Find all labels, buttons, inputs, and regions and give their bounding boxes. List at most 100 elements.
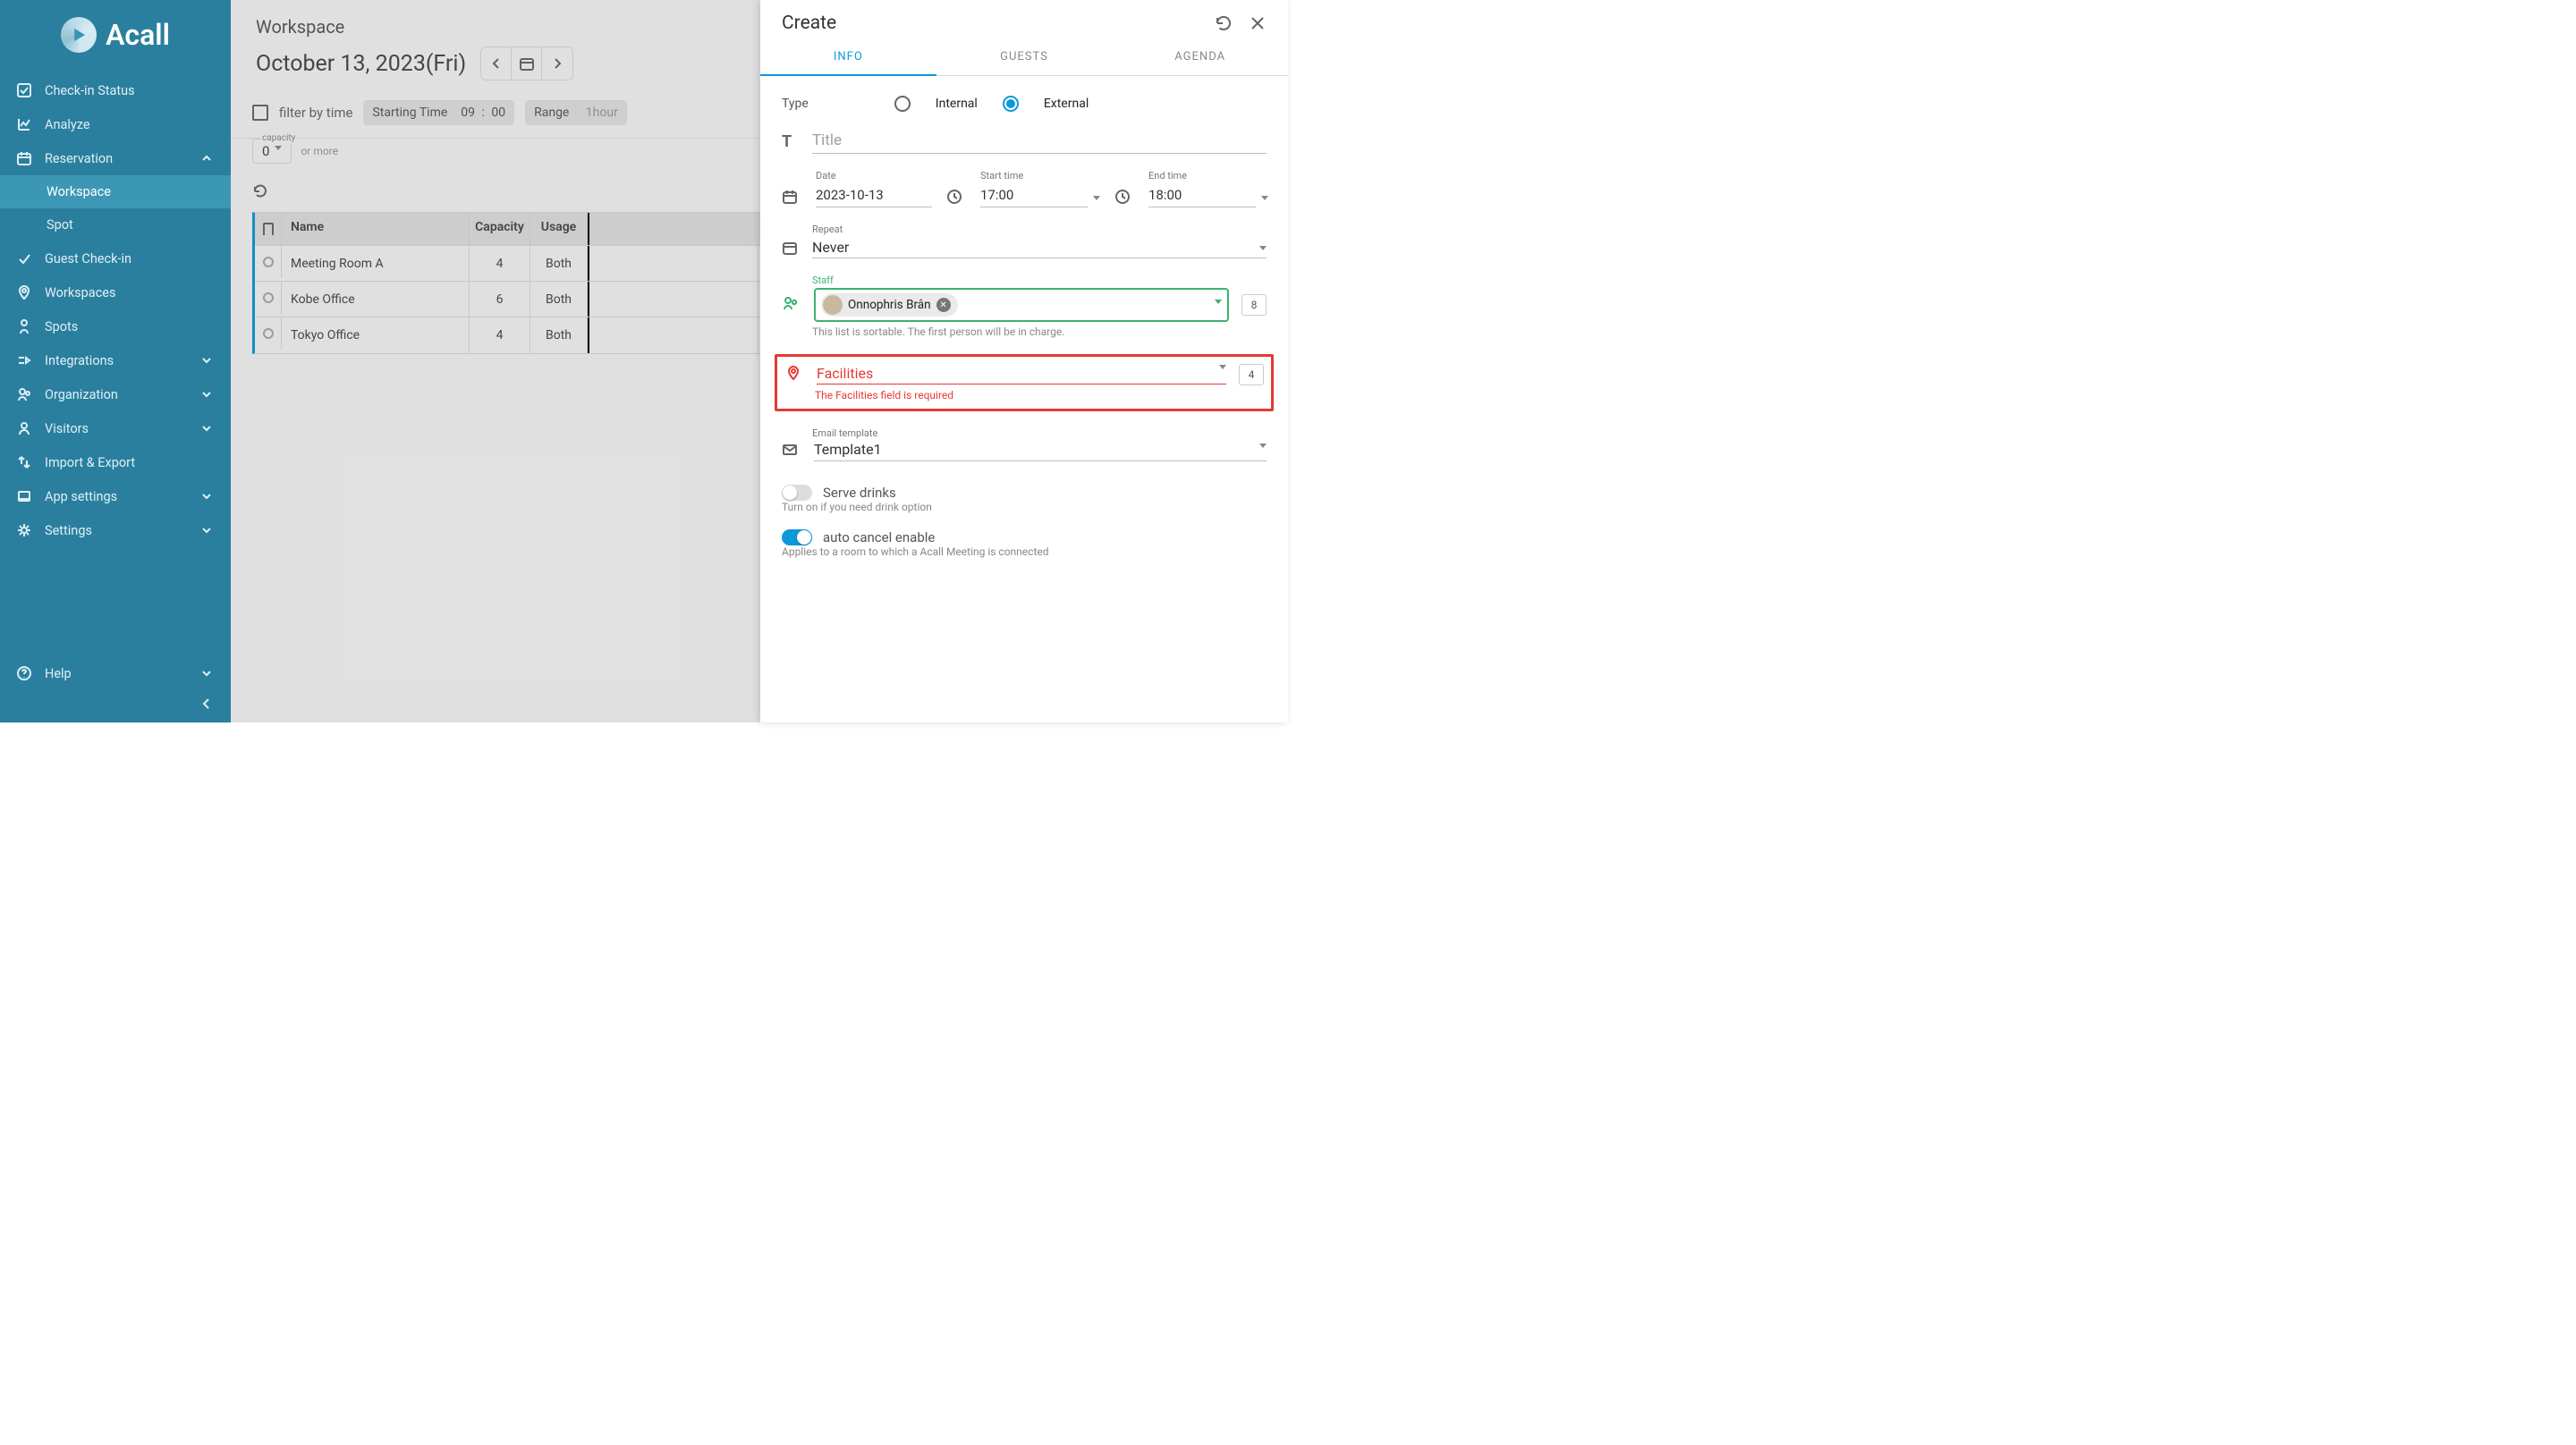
radio-internal[interactable]: [894, 96, 911, 112]
type-row: Type Internal External: [782, 96, 1267, 112]
people-icon: [782, 295, 801, 316]
chevron-down-icon: [199, 386, 215, 402]
avatar-icon: [823, 295, 843, 315]
email-template-field: Email template Template1: [782, 427, 1267, 461]
staff-count[interactable]: 8: [1241, 294, 1267, 316]
facilities-section: Facilities 4 The Facilities field is req…: [775, 354, 1274, 411]
dropdown-icon[interactable]: [1219, 365, 1226, 369]
email-template-value[interactable]: Template1: [814, 441, 1259, 458]
transfer-icon: [16, 454, 32, 470]
panel-title: Create: [782, 13, 836, 34]
nav-workspace[interactable]: Workspace: [0, 175, 231, 208]
staff-chip[interactable]: Onnophris Brân ✕: [821, 293, 958, 317]
nav-organization[interactable]: Organization: [0, 377, 231, 411]
nav-checkin[interactable]: Check-in Status: [0, 73, 231, 107]
sidebar: Acall Check-in Status Analyze Reservatio…: [0, 0, 231, 722]
calendar-icon: [16, 150, 32, 166]
start-label: Start time: [980, 170, 1100, 182]
logo: Acall: [0, 0, 231, 70]
nav-label: Help: [45, 666, 72, 681]
chevron-down-icon: [199, 665, 215, 681]
start-time-input[interactable]: [980, 183, 1088, 207]
serve-drinks-hint: Turn on if you need drink option: [782, 501, 1267, 513]
nav-settings[interactable]: Settings: [0, 513, 231, 547]
chip-label: Onnophris Brân: [848, 298, 931, 312]
panel-header: Create: [760, 0, 1288, 39]
repeat-field: Repeat Never: [782, 224, 1267, 258]
collapse-sidebar-icon[interactable]: [199, 696, 215, 712]
end-time-input[interactable]: [1148, 183, 1256, 207]
nav-visitors[interactable]: Visitors: [0, 411, 231, 445]
staff-input[interactable]: Onnophris Brân ✕: [814, 288, 1229, 322]
datetime-row: Date Start time End time: [782, 170, 1267, 207]
facilities-count[interactable]: 4: [1239, 364, 1264, 385]
serve-drinks-row: Serve drinks Turn on if you need drink o…: [782, 485, 1267, 513]
auto-cancel-toggle[interactable]: [782, 529, 812, 545]
repeat-label: Repeat: [812, 224, 1259, 235]
nav-label: Spots: [45, 319, 78, 334]
check-icon: [16, 250, 32, 266]
repeat-icon: [782, 240, 801, 258]
create-panel: Create INFO GUESTS AGENDA Type Internal …: [760, 0, 1288, 722]
reload-icon[interactable]: [1215, 14, 1233, 32]
facilities-input[interactable]: Facilities: [817, 365, 1226, 384]
nav-label: Settings: [45, 523, 92, 538]
date-input[interactable]: [816, 183, 932, 207]
chevron-down-icon: [199, 522, 215, 538]
nav-spot[interactable]: Spot: [0, 208, 231, 241]
nav-guest-checkin[interactable]: Guest Check-in: [0, 241, 231, 275]
repeat-value[interactable]: Never: [812, 237, 1259, 258]
type-internal-label: Internal: [936, 97, 978, 111]
help-icon: [16, 665, 32, 681]
serve-drinks-toggle[interactable]: [782, 485, 812, 501]
nav-analyze[interactable]: Analyze: [0, 107, 231, 141]
email-label: Email template: [812, 427, 1267, 439]
tab-info[interactable]: INFO: [760, 39, 936, 76]
nav: Check-in Status Analyze Reservation Work…: [0, 70, 231, 656]
target-icon: [16, 318, 32, 334]
auto-cancel-hint: Applies to a room to which a Acall Meeti…: [782, 545, 1267, 558]
nav-help[interactable]: Help: [0, 656, 231, 690]
location-icon: [784, 365, 804, 385]
nav-spots[interactable]: Spots: [0, 309, 231, 343]
dropdown-icon[interactable]: [1259, 444, 1267, 448]
dropdown-icon[interactable]: [1215, 300, 1222, 304]
tab-guests[interactable]: GUESTS: [936, 39, 1113, 75]
nav-import-export[interactable]: Import & Export: [0, 445, 231, 479]
checkbox-icon: [16, 82, 32, 98]
nav-label: Guest Check-in: [45, 251, 131, 266]
panel-tabs: INFO GUESTS AGENDA: [760, 39, 1288, 76]
staff-label: Staff: [812, 275, 1267, 286]
facilities-placeholder: Facilities: [817, 365, 873, 382]
nav-reservation[interactable]: Reservation: [0, 141, 231, 175]
auto-cancel-row: auto cancel enable Applies to a room to …: [782, 529, 1267, 558]
remove-chip-icon[interactable]: ✕: [936, 298, 951, 312]
nav-integrations[interactable]: Integrations: [0, 343, 231, 377]
auto-cancel-label: auto cancel enable: [823, 529, 935, 545]
dropdown-icon[interactable]: [1261, 196, 1268, 200]
dropdown-icon[interactable]: [1093, 196, 1100, 200]
device-icon: [16, 488, 32, 504]
close-icon[interactable]: [1249, 14, 1267, 32]
nav-app-settings[interactable]: App settings: [0, 479, 231, 513]
nav-label: Analyze: [45, 117, 90, 132]
title-field: T: [782, 128, 1267, 154]
clock-icon: [946, 189, 966, 207]
nav-label: Integrations: [45, 353, 114, 368]
radio-external[interactable]: [1003, 96, 1019, 112]
chart-icon: [16, 116, 32, 132]
pin-icon: [16, 284, 32, 300]
date-label: Date: [816, 170, 932, 182]
gear-icon: [16, 522, 32, 538]
chevron-up-icon: [199, 150, 215, 166]
nav-label: Spot: [47, 217, 73, 232]
mail-icon: [782, 442, 801, 461]
title-input[interactable]: [812, 128, 1267, 154]
nav-workspaces[interactable]: Workspaces: [0, 275, 231, 309]
end-label: End time: [1148, 170, 1268, 182]
nav-label: Reservation: [45, 151, 113, 166]
tab-agenda[interactable]: AGENDA: [1112, 39, 1288, 75]
chevron-down-icon: [199, 420, 215, 436]
type-label: Type: [782, 97, 809, 111]
dropdown-icon[interactable]: [1259, 246, 1267, 250]
